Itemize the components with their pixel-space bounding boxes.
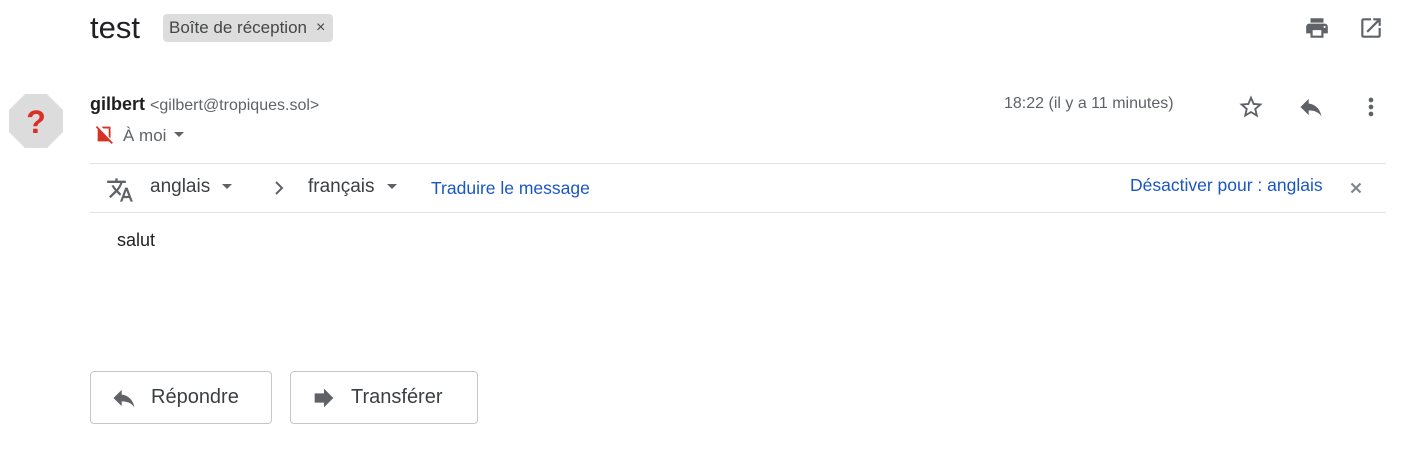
recipient-details-toggle[interactable]: À moi: [94, 124, 186, 148]
target-language-label: français: [308, 176, 375, 197]
open-new-window-icon[interactable]: [1354, 11, 1388, 45]
forward-button-label: Transférer: [351, 386, 443, 408]
source-language-select[interactable]: anglais: [150, 176, 234, 198]
label-chip-inbox[interactable]: Boîte de réception ×: [163, 14, 334, 42]
sender-line: gilbert <gilbert@tropiques.sol>: [90, 94, 319, 115]
star-icon[interactable]: [1233, 89, 1269, 125]
forward-icon: [310, 384, 338, 412]
chevron-down-icon: [172, 127, 186, 145]
email-subject: test: [90, 10, 140, 45]
sender-email: <gilbert@tropiques.sol>: [150, 97, 320, 114]
reply-button-label: Répondre: [151, 386, 239, 408]
more-vert-icon[interactable]: [1353, 89, 1389, 125]
source-language-label: anglais: [150, 176, 211, 197]
chevron-down-icon: [385, 176, 399, 198]
chevron-down-icon: [220, 176, 234, 198]
translate-message-link[interactable]: Traduire le message: [431, 178, 590, 199]
target-language-select[interactable]: français: [308, 176, 399, 198]
svg-text:?: ?: [26, 104, 46, 140]
forward-button[interactable]: Transférer: [290, 371, 478, 424]
close-icon[interactable]: [1347, 179, 1365, 197]
remove-label-icon[interactable]: ×: [316, 19, 325, 37]
chevron-right-icon: [269, 178, 289, 198]
recipient-label: À moi: [123, 126, 167, 145]
print-icon[interactable]: [1300, 11, 1334, 45]
reply-icon[interactable]: [1293, 89, 1329, 125]
translate-icon: [105, 175, 135, 205]
divider: [90, 212, 1386, 213]
label-off-icon: [94, 123, 116, 150]
translation-bar: anglais français Traduire le message Dés…: [90, 164, 1386, 212]
message-body: salut: [117, 230, 156, 250]
reply-button[interactable]: Répondre: [90, 371, 272, 424]
sender-name[interactable]: gilbert: [90, 94, 145, 115]
disable-translation-link[interactable]: Désactiver pour : anglais: [1130, 175, 1323, 196]
message-timestamp: 18:22 (il y a 11 minutes): [1004, 95, 1174, 112]
reply-icon: [110, 384, 138, 412]
unknown-sender-avatar[interactable]: ?: [8, 93, 64, 149]
label-chip-text: Boîte de réception: [169, 18, 307, 37]
